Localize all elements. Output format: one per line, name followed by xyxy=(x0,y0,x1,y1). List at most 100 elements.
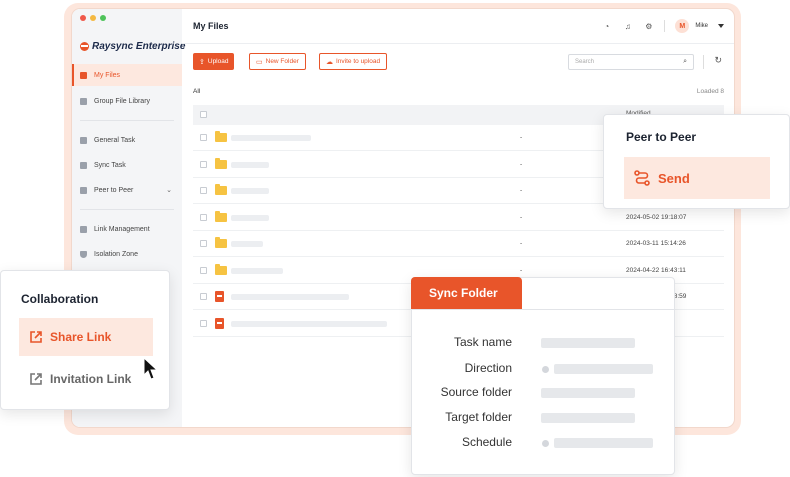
sidebar-item-isolation-zone[interactable]: Isolation Zone xyxy=(72,243,182,265)
bell-icon[interactable]: ♫ xyxy=(622,21,633,32)
sidebar-item-peer-to-peer[interactable]: Peer to Peer ⌄ xyxy=(72,179,182,201)
row-checkbox[interactable] xyxy=(200,213,207,221)
sidebar-divider xyxy=(80,120,174,121)
file-name-placeholder[interactable] xyxy=(231,214,269,221)
file-size: - xyxy=(520,187,523,194)
row-checkbox[interactable] xyxy=(200,240,207,247)
avatar[interactable]: M xyxy=(675,19,690,33)
row-checkbox[interactable] xyxy=(200,187,207,194)
loaded-count: Loaded 8 xyxy=(696,88,724,95)
peer-to-peer-title: Peer to Peer xyxy=(626,130,697,144)
row-checkbox[interactable] xyxy=(200,293,207,300)
breadcrumb[interactable]: All xyxy=(193,88,200,95)
pdf-file-icon xyxy=(215,317,224,329)
sidebar-item-link-management[interactable]: Link Management xyxy=(72,218,182,240)
modified-date: 2024-03-11 15:14:26 xyxy=(626,240,686,247)
sidebar-item-label: Peer to Peer xyxy=(94,186,134,194)
file-name-placeholder[interactable] xyxy=(231,161,269,168)
field-value-placeholder xyxy=(541,338,635,348)
minimize-dot[interactable] xyxy=(90,15,96,21)
sync-folder-divider xyxy=(412,309,674,310)
file-name-placeholder[interactable] xyxy=(231,135,311,141)
invitation-link-label: Invitation Link xyxy=(50,372,132,386)
file-name-placeholder[interactable] xyxy=(231,267,283,274)
toolbar-divider xyxy=(703,55,704,69)
external-link-icon xyxy=(30,331,42,343)
sync-folder-tab[interactable]: Sync Folder xyxy=(411,277,522,309)
sync-folder-card: Sync Folder Task name Direction Source f… xyxy=(411,277,675,475)
close-dot[interactable] xyxy=(80,15,86,21)
field-value-placeholder xyxy=(554,438,653,448)
link-icon xyxy=(80,225,87,233)
file-name-placeholder[interactable] xyxy=(231,294,349,300)
task-icon xyxy=(80,136,87,144)
sidebar-item-group-file-library[interactable]: Group File Library xyxy=(72,90,182,112)
sidebar-item-sync-task[interactable]: Sync Task xyxy=(72,154,182,176)
invitation-link-button[interactable]: Invitation Link xyxy=(29,372,131,386)
folder-icon xyxy=(215,263,227,275)
file-size: - xyxy=(520,160,523,168)
chevron-down-icon: ⌄ xyxy=(166,187,172,194)
modified-date: 2024-05-02 19:18:07 xyxy=(626,213,687,221)
send-button[interactable]: Send xyxy=(624,157,770,199)
user-name[interactable]: Mike xyxy=(695,23,708,29)
file-name-placeholder[interactable] xyxy=(231,188,269,194)
speed-icon[interactable]: ◔ xyxy=(601,21,612,32)
field-label: Source folder xyxy=(440,385,512,399)
brand-logo: Raysync Enterprise xyxy=(80,41,185,52)
maximize-dot[interactable] xyxy=(100,15,106,21)
upload-button[interactable]: ⇪ Upload xyxy=(193,53,235,70)
sidebar-item-my-files[interactable]: My Files xyxy=(72,64,182,86)
row-checkbox[interactable] xyxy=(200,134,207,141)
file-name-placeholder[interactable] xyxy=(231,241,263,247)
sidebar-item-label: Isolation Zone xyxy=(94,250,138,258)
refresh-icon[interactable]: ↻ xyxy=(714,55,722,66)
stage: Raysync Enterprise My Files Group File L… xyxy=(0,0,790,477)
sidebar-item-label: My Files xyxy=(94,71,121,79)
sidebar-item-label: Sync Task xyxy=(94,161,126,169)
field-value-placeholder xyxy=(541,413,635,423)
search-input[interactable]: Search ⌕ xyxy=(568,54,694,70)
sidebar-divider xyxy=(80,209,174,210)
row-checkbox[interactable] xyxy=(200,319,207,327)
folder-icon xyxy=(215,131,227,142)
upload-label: Upload xyxy=(207,58,229,65)
sidebar-item-label: Group File Library xyxy=(94,97,151,105)
brand-name: Raysync Enterprise xyxy=(92,41,186,52)
upload-icon: ⇪ xyxy=(199,58,205,66)
shield-icon xyxy=(80,250,87,258)
task-name-field[interactable]: Task name xyxy=(412,334,676,350)
mouse-cursor-icon xyxy=(143,357,159,380)
radio-dot-icon xyxy=(542,366,549,373)
file-size: - xyxy=(520,134,523,141)
sidebar-item-general-task[interactable]: General Task xyxy=(72,129,182,151)
sidebar-item-label: General Task xyxy=(94,136,136,144)
folder-plus-icon: ▭ xyxy=(256,58,263,66)
target-folder-field[interactable]: Target folder xyxy=(412,409,676,425)
invite-to-upload-button[interactable]: ☁ Invite to upload xyxy=(319,53,388,70)
sidebar-item-label: Link Management xyxy=(94,225,150,233)
share-link-button[interactable]: Share Link xyxy=(19,318,153,356)
external-link-icon xyxy=(30,373,42,385)
file-name-placeholder[interactable] xyxy=(231,320,387,327)
field-label: Task name xyxy=(453,335,512,349)
select-all-checkbox[interactable] xyxy=(200,111,207,118)
invite-label: Invite to upload xyxy=(336,58,381,65)
folder-icon xyxy=(215,184,227,195)
page-title: My Files xyxy=(193,21,229,31)
schedule-field[interactable]: Schedule xyxy=(412,434,676,450)
folder-icon xyxy=(215,157,227,169)
user-menu-caret-icon[interactable] xyxy=(718,24,724,28)
gear-icon[interactable]: ⚙ xyxy=(643,21,654,32)
direction-field[interactable]: Direction xyxy=(412,360,676,376)
folder-icon xyxy=(80,71,87,79)
row-checkbox[interactable] xyxy=(200,266,207,274)
row-checkbox[interactable] xyxy=(200,160,207,168)
file-size: - xyxy=(520,213,523,221)
table-row[interactable]: - 2024-03-11 15:14:26 xyxy=(193,231,724,257)
new-folder-button[interactable]: ▭ New Folder xyxy=(249,53,306,70)
field-label: Direction xyxy=(464,361,512,375)
field-value-placeholder xyxy=(554,364,653,374)
window-controls xyxy=(80,15,106,21)
source-folder-field[interactable]: Source folder xyxy=(412,384,676,400)
